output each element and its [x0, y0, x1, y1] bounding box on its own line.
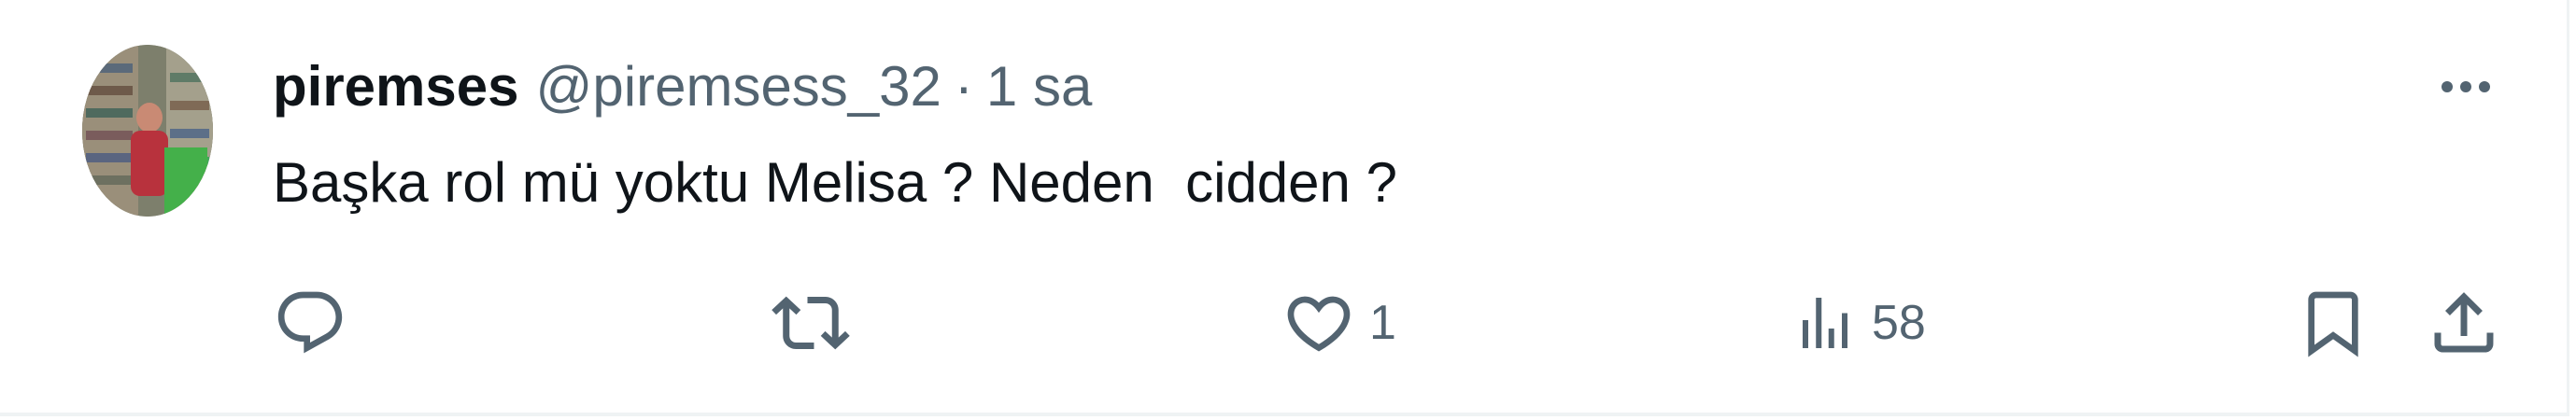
- like-button[interactable]: 1: [1281, 276, 1396, 370]
- views-button[interactable]: 58: [1791, 276, 1926, 370]
- bookmark-icon: [2308, 291, 2358, 357]
- heart-icon: [1287, 296, 1351, 352]
- avatar-image: [82, 45, 213, 217]
- author-name[interactable]: piremses: [273, 54, 519, 119]
- avatar[interactable]: [82, 45, 213, 217]
- more-horizontal-icon: [2442, 81, 2490, 92]
- tweet-header: piremses @piremsess_32 · 1 sa: [273, 54, 1092, 119]
- timestamp[interactable]: 1 sa: [986, 54, 1092, 119]
- views-chart-icon: [1803, 298, 1847, 348]
- separator-dot: ·: [954, 55, 973, 118]
- like-count: 1: [1369, 296, 1396, 350]
- more-options-button[interactable]: [2428, 58, 2503, 116]
- reply-button[interactable]: [273, 276, 361, 370]
- views-count: 58: [1872, 296, 1926, 350]
- share-icon: [2434, 292, 2494, 353]
- bookmark-button[interactable]: [2296, 276, 2371, 370]
- retweet-icon: [771, 296, 850, 350]
- tweet-text: Başka rol mü yoktu Melisa ? Neden cidden…: [273, 151, 1397, 214]
- reply-icon: [277, 291, 343, 354]
- share-button[interactable]: [2425, 276, 2503, 370]
- retweet-button[interactable]: [771, 276, 863, 370]
- tweet[interactable]: piremses @piremsess_32 · 1 sa Başka rol …: [0, 0, 2569, 416]
- author-handle[interactable]: @piremsess_32: [536, 54, 941, 119]
